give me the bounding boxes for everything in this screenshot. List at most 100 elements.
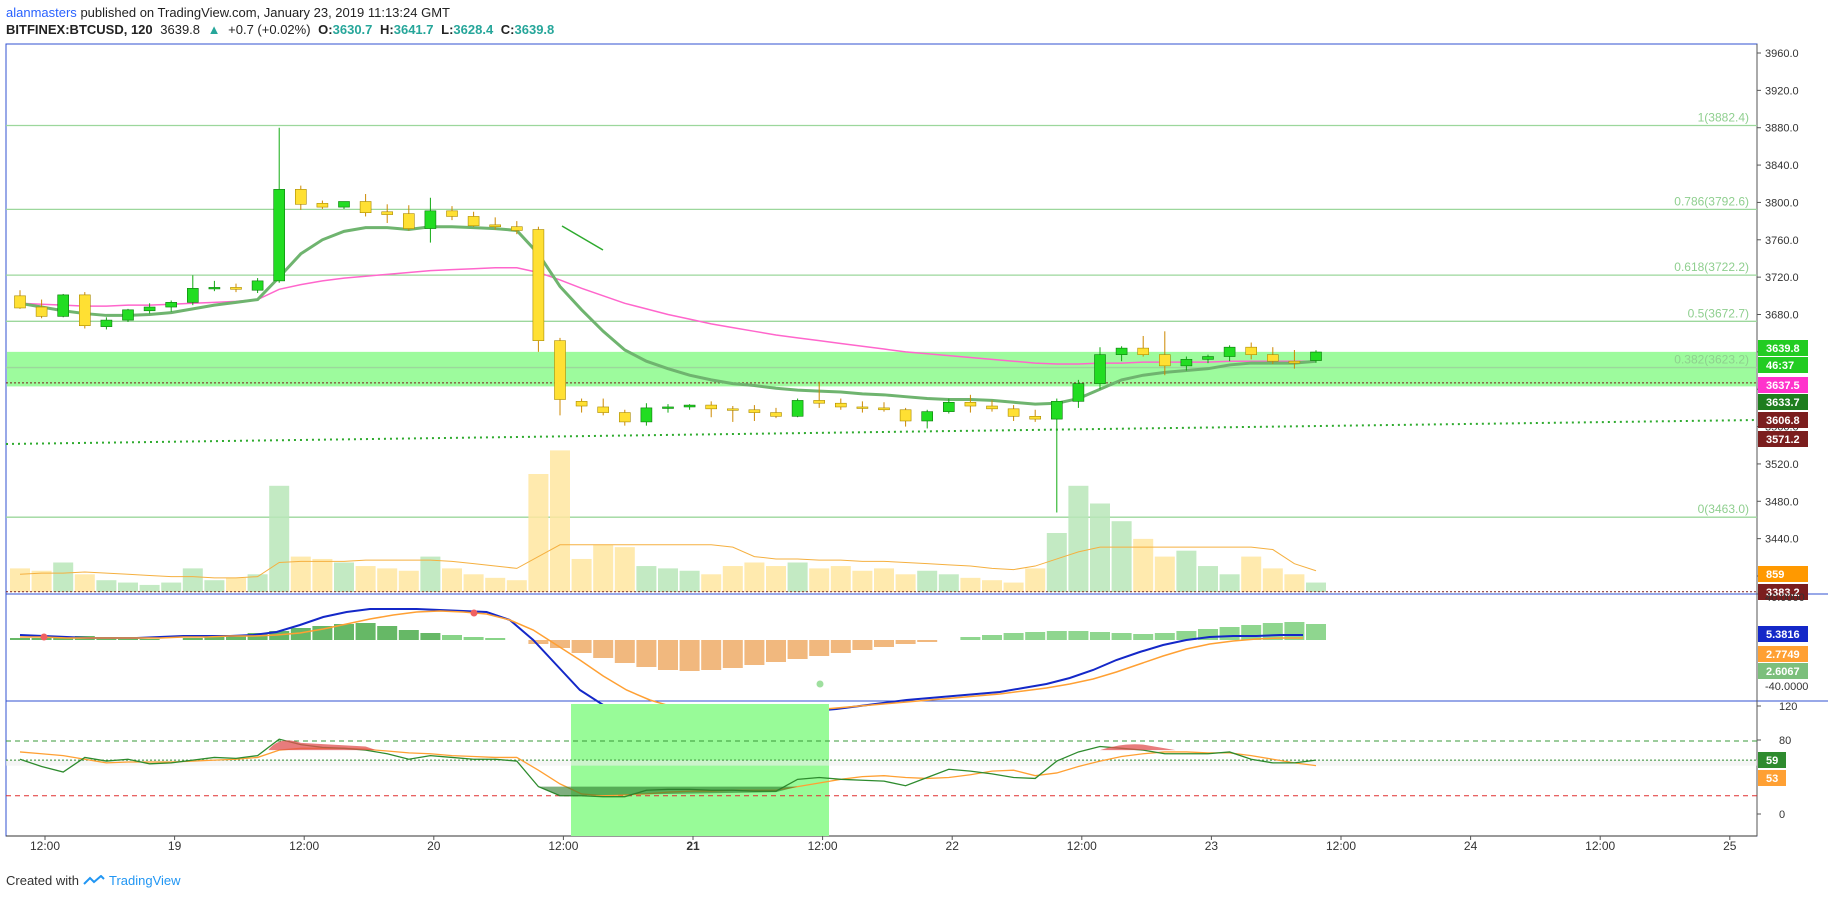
volume-bar <box>571 558 592 592</box>
volume-bar <box>874 568 894 592</box>
volume-bar <box>528 474 549 592</box>
macd-histogram-bar <box>593 640 614 658</box>
rsi-value-label: 59 <box>1766 755 1778 767</box>
macd-histogram-bar <box>1306 624 1326 640</box>
candle-body <box>878 407 890 411</box>
price-label-text: 3606.8 <box>1766 415 1800 427</box>
macd-value-label: 2.7749 <box>1766 649 1800 661</box>
macd-histogram-bar <box>874 640 894 647</box>
macd-histogram-bar <box>571 640 592 653</box>
volume-bar <box>312 558 333 592</box>
candle-body <box>813 400 826 404</box>
time-tick-label: 24 <box>1464 839 1478 853</box>
volume-bar <box>74 574 95 592</box>
volume-bar <box>679 570 700 592</box>
time-tick-label: 22 <box>946 839 960 853</box>
rsi-tick-label: 0 <box>1779 809 1785 821</box>
volume-bar <box>118 582 138 592</box>
price-chart[interactable]: 3960.0 3920.0 3880.0 3840.0 3800.0 3760.0 3720… <box>0 0 1828 870</box>
volume-bar <box>1003 582 1024 592</box>
candle-body <box>1288 360 1301 364</box>
volume-bar <box>960 577 981 592</box>
volume-bar <box>204 580 225 592</box>
macd-histogram-bar <box>1090 632 1110 640</box>
candle-body <box>510 226 523 231</box>
created-with-text: Created with <box>6 873 79 888</box>
candle-body <box>122 309 134 321</box>
volume-bar <box>1284 574 1305 592</box>
candle-body <box>705 404 718 410</box>
volume-bar <box>1154 556 1175 592</box>
fib-label: 0.786(3792.6) <box>1674 194 1749 208</box>
candle-body <box>662 406 674 409</box>
macd-cross-dot <box>40 633 48 641</box>
time-tick-label: 23 <box>1205 839 1219 853</box>
candle-body <box>100 319 113 327</box>
candle-body <box>921 411 934 422</box>
volume-bar <box>398 570 419 592</box>
macd-histogram-bar <box>960 637 981 640</box>
volume-bar <box>830 566 851 592</box>
candle-body <box>208 287 221 290</box>
candle-body <box>1137 347 1149 355</box>
price-tick-label: 3840.0 <box>1765 160 1799 172</box>
macd-histogram-bar <box>10 638 30 640</box>
macd-histogram-bar <box>1046 631 1067 640</box>
support-zone <box>7 351 1756 387</box>
time-tick-label: 12:00 <box>1326 839 1356 853</box>
macd-histogram-bar <box>787 640 808 659</box>
volume-bar <box>1025 568 1046 592</box>
macd-value-label: 5.3816 <box>1766 629 1800 641</box>
volume-bar <box>1068 485 1089 592</box>
candle-body <box>770 412 782 417</box>
volume-bar <box>614 547 635 592</box>
macd-histogram-bar <box>442 635 462 640</box>
volume-bar <box>1219 574 1240 592</box>
candle-body <box>1223 346 1236 357</box>
candle-body <box>165 302 177 308</box>
candles <box>14 127 1322 513</box>
macd-histogram-bar <box>420 633 441 640</box>
oversold-highlight <box>571 704 829 836</box>
volume-bar <box>1090 503 1110 592</box>
macd-histogram-bar <box>528 640 549 644</box>
volume-bar <box>1262 568 1283 592</box>
fib-label: 0(3463.0) <box>1698 502 1749 516</box>
candle-body <box>942 401 955 412</box>
time-tick-label: 12:00 <box>548 839 578 853</box>
macd-histogram-bar <box>636 640 657 667</box>
price-tick-label: 3520.0 <box>1765 459 1799 471</box>
volume-bar <box>550 450 570 592</box>
macd-histogram-bar <box>614 640 635 663</box>
price-label-text: 3639.8 <box>1766 343 1800 355</box>
candle-body <box>964 401 977 407</box>
candle-body <box>359 201 372 214</box>
tradingview-logo-icon <box>83 874 105 885</box>
time-tick-label: 12:00 <box>808 839 838 853</box>
drawn-trendline <box>561 225 604 251</box>
time-axis: 12:00 19 12:00 20 12:00 21 12:00 22 12:00 23 12:00… <box>30 836 1737 853</box>
candle-body <box>57 294 70 317</box>
candle-body <box>1159 354 1171 367</box>
rsi-pane: 120 80 0 59 53 <box>6 701 1797 836</box>
volume-bar <box>1306 582 1326 592</box>
candle-body <box>230 287 242 290</box>
dotted-trendline <box>5 419 1758 445</box>
price-label-text: 46:37 <box>1766 360 1794 372</box>
candle-body <box>575 401 588 407</box>
tradingview-brand[interactable]: TradingView <box>109 873 181 888</box>
volume-bar <box>53 562 74 592</box>
volume-bar <box>895 574 916 592</box>
candle-body <box>791 400 804 417</box>
candle-body <box>554 340 566 400</box>
volume-bars <box>10 450 1326 592</box>
time-tick-label: 21 <box>686 839 700 853</box>
volume-bar <box>226 577 246 592</box>
volume-bar <box>161 582 182 592</box>
macd-tick-label: 40.0000 <box>1765 592 1805 604</box>
volume-bar <box>1176 550 1197 592</box>
macd-histogram-bar <box>377 626 398 640</box>
price-label-text: 3637.5 <box>1766 380 1800 392</box>
macd-histogram-bar <box>1025 632 1046 640</box>
volume-bar <box>701 574 722 592</box>
